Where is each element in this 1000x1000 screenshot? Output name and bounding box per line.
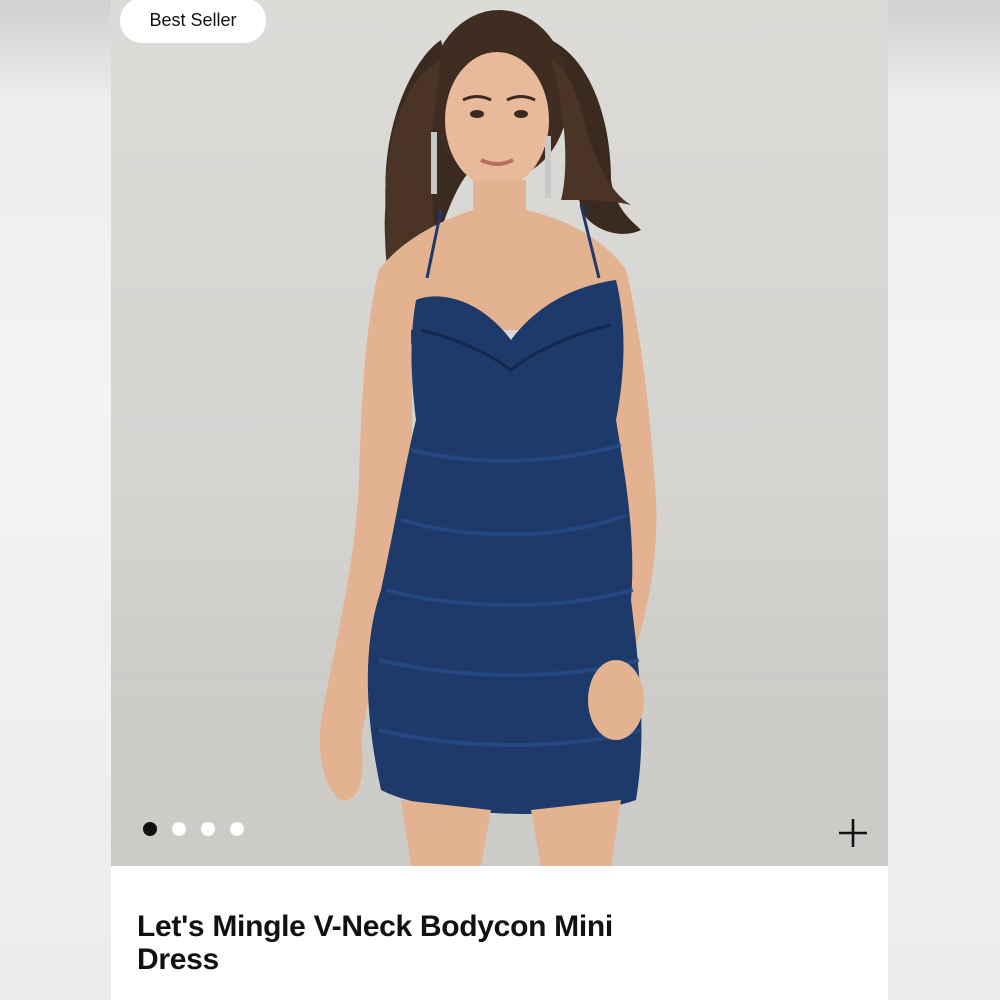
carousel-indicator[interactable] — [143, 822, 244, 836]
product-image[interactable]: Best Seller — [111, 0, 888, 866]
right-page-margin — [888, 0, 1000, 1000]
carousel-dot-2[interactable] — [172, 822, 186, 836]
carousel-dot-1[interactable] — [143, 822, 157, 836]
best-seller-badge: Best Seller — [120, 0, 266, 43]
left-page-margin — [0, 0, 111, 1000]
plus-icon — [839, 819, 867, 847]
carousel-dot-4[interactable] — [230, 822, 244, 836]
carousel-dot-3[interactable] — [201, 822, 215, 836]
model-figure — [319, 10, 657, 866]
product-title[interactable]: Let's Mingle V-Neck Bodycon Mini Dress — [137, 910, 677, 976]
add-to-bag-button[interactable] — [833, 813, 873, 853]
product-card[interactable]: Best Seller Let's Mingle V-Neck Bodycon … — [111, 0, 888, 1000]
